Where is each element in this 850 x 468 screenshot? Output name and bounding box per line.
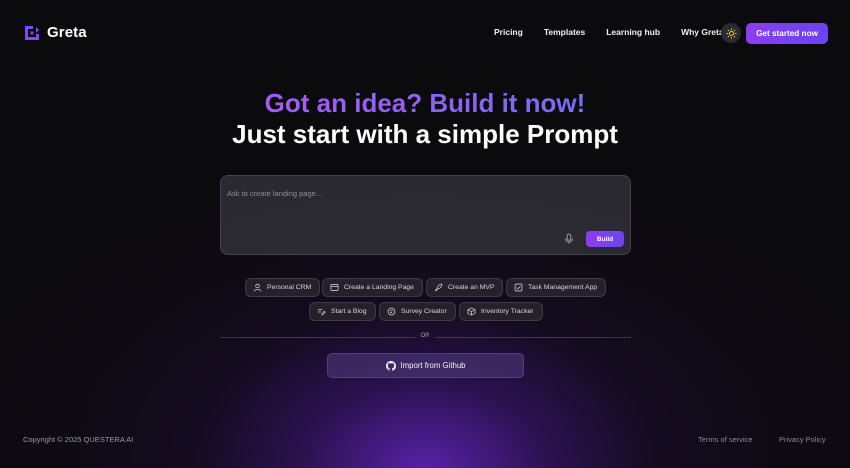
brand-name: Greta <box>47 24 87 41</box>
divider-or: OR <box>420 333 430 339</box>
suggestion-label: Create an MVP <box>448 284 495 291</box>
copyright-text: Copyright © 2025 QUESTERA AI <box>23 435 134 444</box>
rocket-icon <box>434 283 443 292</box>
suggestion-personal-crm[interactable]: Personal CRM <box>245 278 321 297</box>
suggestion-survey-creator[interactable]: Survey Creator <box>379 302 456 321</box>
suggestion-task-management-app[interactable]: Task Management App <box>506 278 607 297</box>
suggestion-label: Personal CRM <box>267 284 312 291</box>
box-icon <box>467 307 476 316</box>
get-started-button[interactable]: Get started now <box>746 23 828 44</box>
nav-item-pricing[interactable]: Pricing <box>494 27 523 37</box>
suggestion-start-a-blog[interactable]: Start a Blog <box>309 302 376 321</box>
prompt-input[interactable] <box>227 186 547 200</box>
nav-menu: Pricing Templates Learning hub Why Greta… <box>494 27 750 37</box>
nav-item-templates[interactable]: Templates <box>544 27 585 37</box>
suggestion-label: Survey Creator <box>401 308 447 315</box>
checklist-icon <box>514 283 523 292</box>
suggestion-inventory-tracker[interactable]: Inventory Tracker <box>459 302 543 321</box>
top-navigation: Greta Pricing Templates Learning hub Why… <box>0 0 850 66</box>
poll-icon <box>387 307 396 316</box>
import-label: Import from Github <box>400 361 466 370</box>
suggestion-label: Task Management App <box>528 284 598 291</box>
edit-text-icon <box>317 309 326 316</box>
hero-subheadline: Just start with a simple Prompt <box>232 119 618 149</box>
github-icon <box>385 360 396 371</box>
brand[interactable]: Greta <box>24 24 87 41</box>
window-icon <box>330 284 339 291</box>
microphone-button[interactable] <box>563 232 575 246</box>
privacy-policy-link[interactable]: Privacy Policy <box>779 435 826 444</box>
theme-toggle-button[interactable] <box>721 23 741 43</box>
suggestion-label: Create a Landing Page <box>344 284 414 291</box>
build-button[interactable]: Build <box>586 231 624 247</box>
suggestion-label: Inventory Tracker <box>481 308 534 315</box>
nav-item-learning-hub[interactable]: Learning hub <box>606 27 660 37</box>
suggestion-label: Start a Blog <box>331 308 367 315</box>
suggestion-create-mvp[interactable]: Create an MVP <box>426 278 504 297</box>
import-from-github-button[interactable]: Import from Github <box>327 353 524 378</box>
terms-of-service-link[interactable]: Terms of service <box>698 435 753 444</box>
greta-logo-icon <box>25 25 39 40</box>
divider-line-right <box>435 337 631 338</box>
sun-icon <box>725 27 737 39</box>
hero-headline-text: Got an idea? Build it now! <box>264 88 586 118</box>
user-icon <box>253 283 262 292</box>
hero-headline: Got an idea? Build it now! <box>0 88 850 119</box>
microphone-icon <box>565 233 573 244</box>
suggestion-create-landing-page[interactable]: Create a Landing Page <box>322 278 423 297</box>
